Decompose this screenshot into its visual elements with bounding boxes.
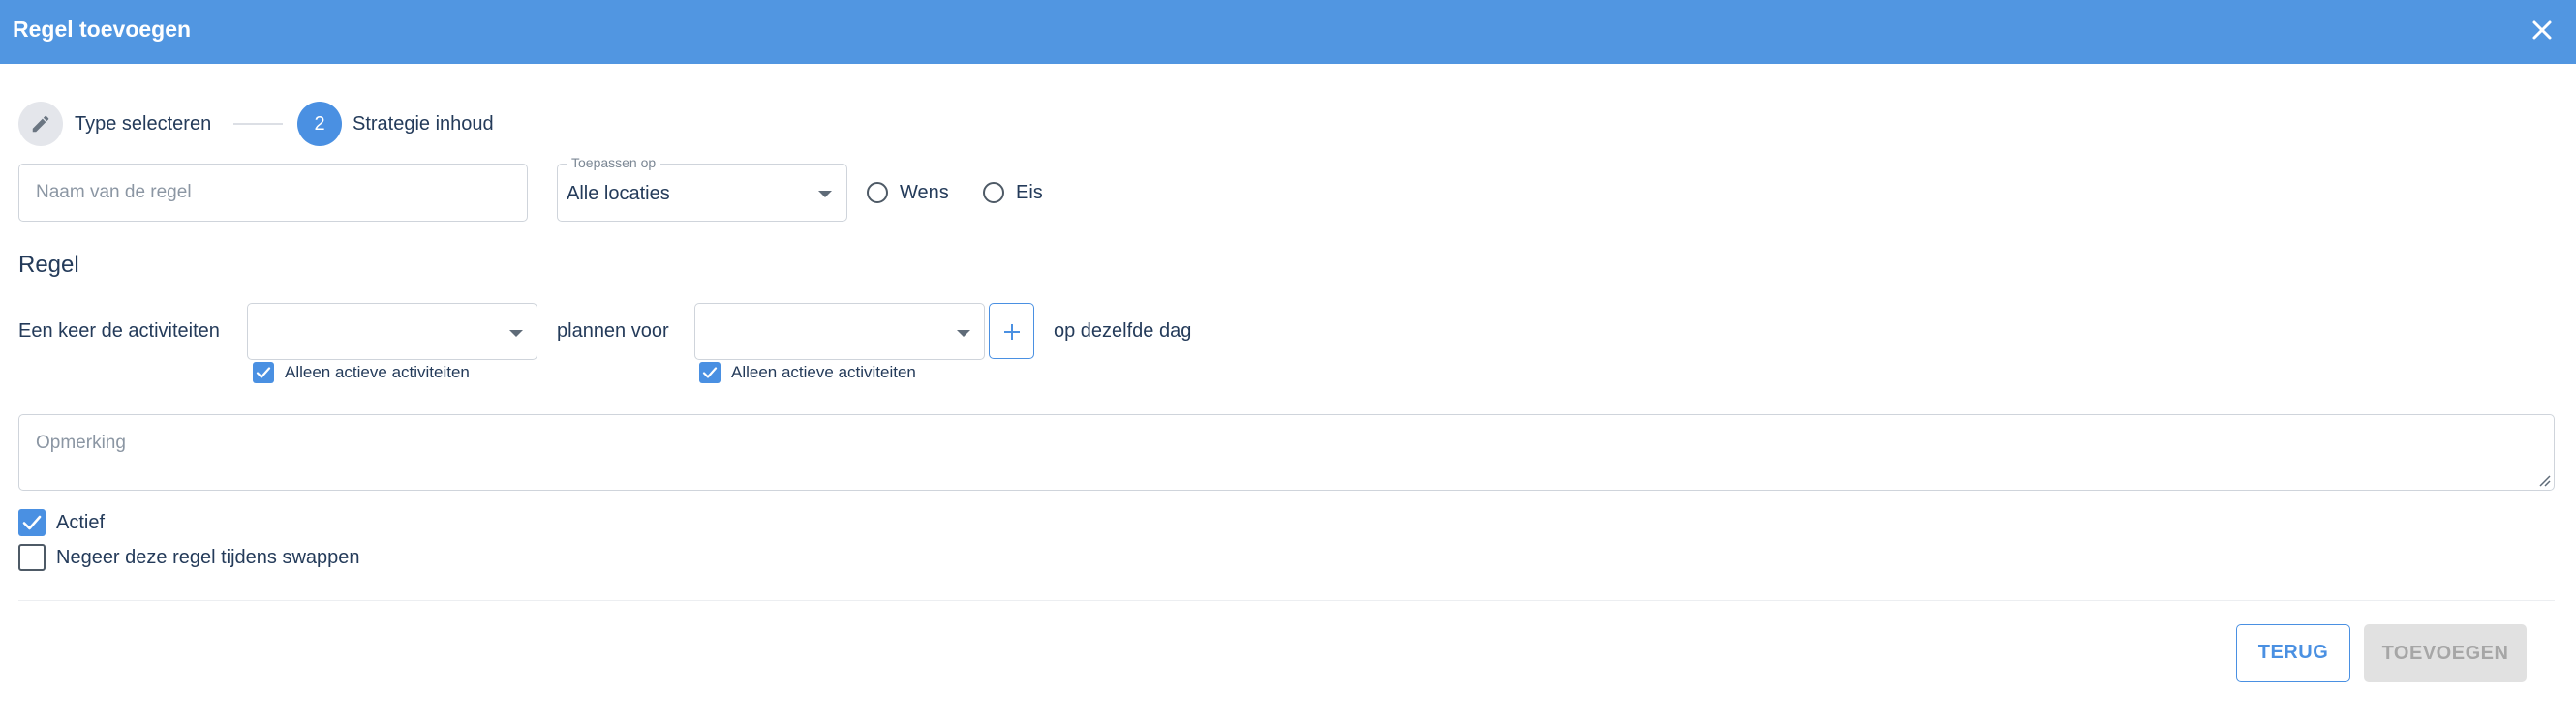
caret-down-icon xyxy=(957,330,970,337)
pencil-icon xyxy=(32,115,49,133)
only-active-target-checkbox[interactable]: Alleen actieve activiteiten xyxy=(699,362,916,383)
back-button[interactable]: TERUG xyxy=(2236,624,2350,682)
radio-wens[interactable]: Wens xyxy=(867,180,949,205)
radio-circle[interactable] xyxy=(867,182,888,203)
step-2-indicator: 2 xyxy=(297,102,342,146)
checkbox-checked[interactable] xyxy=(18,509,46,536)
remark-textarea[interactable] xyxy=(19,415,2554,490)
ignore-swap-label: Negeer deze regel tijdens swappen xyxy=(56,547,360,568)
target-select[interactable] xyxy=(694,303,985,360)
checkbox-unchecked[interactable] xyxy=(18,544,46,571)
radio-wens-label: Wens xyxy=(900,182,949,203)
add-target-button[interactable] xyxy=(989,303,1034,359)
rule-text-after: op dezelfde dag xyxy=(1054,320,1192,342)
caret-down-icon xyxy=(818,191,832,197)
apply-to-select[interactable]: Toepassen op Alle locaties xyxy=(557,155,847,222)
check-icon xyxy=(256,367,271,378)
checkbox-checked[interactable] xyxy=(699,362,721,383)
activities-select[interactable] xyxy=(247,303,537,360)
step-1-indicator[interactable] xyxy=(18,102,63,146)
check-icon xyxy=(22,515,42,530)
close-icon xyxy=(2532,20,2552,40)
dialog-title: Regel toevoegen xyxy=(13,16,192,42)
stepper: Type selecteren 2 Strategie inhoud xyxy=(18,102,561,146)
plus-icon xyxy=(1004,324,1020,340)
ignore-swap-checkbox[interactable]: Negeer deze regel tijdens swappen xyxy=(18,544,360,571)
radio-circle[interactable] xyxy=(983,182,1004,203)
rule-name-field[interactable] xyxy=(18,164,528,222)
resize-grip-icon[interactable] xyxy=(2537,473,2551,487)
rule-section-title: Regel xyxy=(18,252,79,278)
rule-name-input[interactable] xyxy=(19,165,527,221)
step-1-label[interactable]: Type selecteren xyxy=(75,111,211,136)
only-active-target-label: Alleen actieve activiteiten xyxy=(731,363,916,381)
dialog-header: Regel toevoegen xyxy=(0,0,2576,64)
step-2-label: Strategie inhoud xyxy=(353,113,494,135)
check-icon xyxy=(702,367,718,378)
active-label: Actief xyxy=(56,512,106,533)
checkbox-checked[interactable] xyxy=(253,362,274,383)
add-button: TOEVOEGEN xyxy=(2364,624,2527,682)
rule-text-middle: plannen voor xyxy=(557,320,669,342)
apply-to-label: Toepassen op xyxy=(567,155,661,170)
radio-eis-label: Eis xyxy=(1016,182,1043,203)
active-checkbox[interactable]: Actief xyxy=(18,509,105,536)
only-active-activities-checkbox[interactable]: Alleen actieve activiteiten xyxy=(253,362,470,383)
rule-text-before: Een keer de activiteiten xyxy=(18,320,220,342)
step-connector xyxy=(233,123,283,125)
remark-field[interactable] xyxy=(18,414,2555,491)
close-button[interactable] xyxy=(2528,15,2557,45)
only-active-activities-label: Alleen actieve activiteiten xyxy=(285,363,470,381)
caret-down-icon xyxy=(509,330,523,337)
footer-divider xyxy=(18,600,2555,601)
radio-eis[interactable]: Eis xyxy=(983,180,1043,205)
apply-to-value: Alle locaties xyxy=(567,183,670,204)
